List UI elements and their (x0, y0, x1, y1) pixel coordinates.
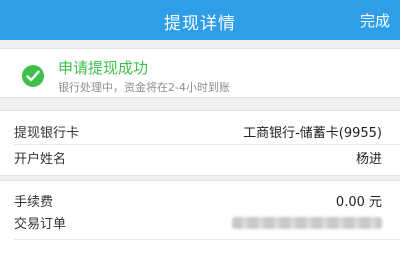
order-number-redacted (232, 217, 382, 229)
status-card: 申请提现成功 银行处理中，资金将在2-4小时到账 (0, 48, 400, 98)
fee-label: 手续费 (14, 195, 54, 210)
status-subtitle: 银行处理中，资金将在2-4小时到账 (58, 81, 230, 94)
fee-card: 手续费 0.00 元 交易订单 (0, 180, 400, 254)
status-title: 申请提现成功 (58, 59, 149, 77)
divider (14, 239, 400, 240)
bank-card-label: 提现银行卡 (14, 126, 80, 141)
page-title: 提现详情 (164, 14, 236, 34)
account-holder-row: 开户姓名 杨进 (0, 146, 400, 168)
fee-value: 0.00 元 (335, 195, 382, 210)
account-holder-value: 杨进 (355, 152, 382, 167)
account-holder-label: 开户姓名 (14, 152, 67, 167)
done-button[interactable]: 完成 (360, 10, 390, 31)
fee-row: 手续费 0.00 元 (0, 189, 400, 211)
bank-card-row: 提现银行卡 工商银行-储蓄卡(9955) (0, 120, 400, 142)
bank-card-value: 工商银行-储蓄卡(9955) (243, 126, 382, 141)
order-row: 交易订单 (0, 211, 400, 233)
divider (14, 144, 400, 145)
check-circle-icon (22, 65, 44, 87)
navbar: 提现详情 完成 (0, 0, 400, 40)
order-label: 交易订单 (14, 217, 67, 232)
account-card: 提现银行卡 工商银行-储蓄卡(9955) 开户姓名 杨进 (0, 110, 400, 176)
